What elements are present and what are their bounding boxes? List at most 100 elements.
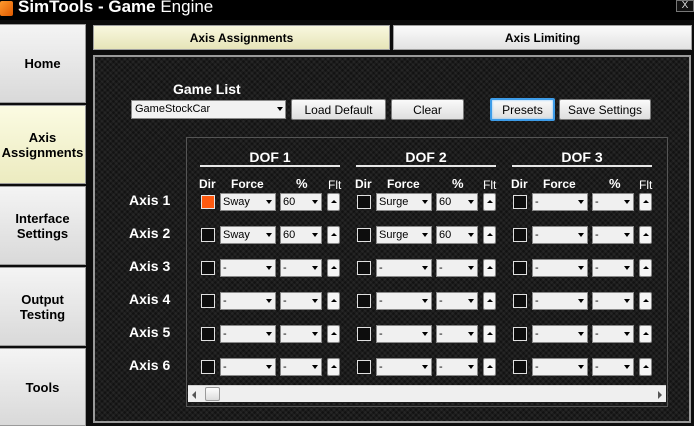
force-dropdown[interactable]: - xyxy=(220,325,276,343)
force-dropdown[interactable]: - xyxy=(376,358,432,376)
scroll-right-arrow-icon[interactable] xyxy=(658,391,662,399)
simtools-app-icon xyxy=(0,1,13,16)
chevron-down-icon xyxy=(422,332,428,336)
filter-button[interactable] xyxy=(483,193,496,211)
force-dropdown[interactable]: - xyxy=(220,292,276,310)
percent-dropdown[interactable]: - xyxy=(436,358,478,376)
chevron-down-icon xyxy=(578,332,584,336)
dir-checkbox[interactable] xyxy=(513,294,527,308)
dir-checkbox[interactable] xyxy=(513,195,527,209)
filter-button[interactable] xyxy=(639,193,652,211)
dof2-header: DOF 2 xyxy=(405,149,447,165)
percent-value: - xyxy=(283,361,287,373)
percent-dropdown[interactable]: - xyxy=(280,358,322,376)
percent-dropdown[interactable]: - xyxy=(436,292,478,310)
force-dropdown[interactable]: Surge xyxy=(376,193,432,211)
presets-button[interactable]: Presets xyxy=(490,98,555,121)
percent-dropdown[interactable]: - xyxy=(592,193,634,211)
filter-button[interactable] xyxy=(327,358,340,376)
nav-interface-settings-button[interactable]: Interface Settings xyxy=(0,186,86,265)
filter-button[interactable] xyxy=(327,292,340,310)
force-dropdown[interactable]: - xyxy=(532,193,588,211)
percent-dropdown[interactable]: - xyxy=(592,358,634,376)
force-dropdown[interactable]: - xyxy=(220,259,276,277)
filter-button[interactable] xyxy=(639,259,652,277)
chevron-down-icon xyxy=(266,332,272,336)
dir-checkbox[interactable] xyxy=(201,261,215,275)
force-dropdown[interactable]: Sway xyxy=(220,226,276,244)
nav-axis-assignments-button[interactable]: Axis Assignments xyxy=(0,105,86,184)
percent-dropdown[interactable]: - xyxy=(592,325,634,343)
filter-button[interactable] xyxy=(483,226,496,244)
force-dropdown[interactable]: - xyxy=(532,226,588,244)
filter-button[interactable] xyxy=(327,193,340,211)
chevron-down-icon xyxy=(578,365,584,369)
force-dropdown[interactable]: - xyxy=(532,325,588,343)
percent-dropdown[interactable]: 60 xyxy=(436,226,478,244)
force-dropdown[interactable]: - xyxy=(376,259,432,277)
clear-button[interactable]: Clear xyxy=(391,99,464,120)
filter-button[interactable] xyxy=(483,292,496,310)
scroll-left-arrow-icon[interactable] xyxy=(192,391,196,399)
dir-checkbox[interactable] xyxy=(513,228,527,242)
filter-button[interactable] xyxy=(483,325,496,343)
filter-button[interactable] xyxy=(639,226,652,244)
percent-dropdown[interactable]: 60 xyxy=(436,193,478,211)
dir-checkbox[interactable] xyxy=(201,195,215,209)
dir-checkbox[interactable] xyxy=(201,294,215,308)
filter-button[interactable] xyxy=(327,226,340,244)
percent-dropdown[interactable]: 60 xyxy=(280,226,322,244)
percent-dropdown[interactable]: - xyxy=(280,259,322,277)
dir-checkbox[interactable] xyxy=(201,360,215,374)
force-dropdown[interactable]: - xyxy=(376,292,432,310)
horizontal-scrollbar[interactable] xyxy=(188,385,666,402)
percent-value: 60 xyxy=(439,229,452,241)
percent-dropdown[interactable]: 60 xyxy=(280,193,322,211)
percent-dropdown[interactable]: - xyxy=(592,292,634,310)
force-dropdown[interactable]: - xyxy=(532,292,588,310)
percent-dropdown[interactable]: - xyxy=(436,325,478,343)
dir-checkbox[interactable] xyxy=(357,261,371,275)
filter-button[interactable] xyxy=(483,259,496,277)
filter-button[interactable] xyxy=(327,325,340,343)
force-dropdown[interactable]: - xyxy=(532,358,588,376)
tab-axis-assignments[interactable]: Axis Assignments xyxy=(93,25,390,50)
percent-dropdown[interactable]: - xyxy=(280,292,322,310)
dir-checkbox[interactable] xyxy=(357,294,371,308)
force-dropdown[interactable]: - xyxy=(220,358,276,376)
dir-checkbox[interactable] xyxy=(357,195,371,209)
dir-checkbox[interactable] xyxy=(513,360,527,374)
percent-dropdown[interactable]: - xyxy=(436,259,478,277)
nav-interface-settings-label-line2: Settings xyxy=(16,225,69,241)
filter-button[interactable] xyxy=(639,292,652,310)
dir-checkbox[interactable] xyxy=(201,228,215,242)
force-dropdown[interactable]: - xyxy=(532,259,588,277)
filter-button[interactable] xyxy=(639,325,652,343)
dir-checkbox[interactable] xyxy=(357,327,371,341)
dir-checkbox[interactable] xyxy=(357,228,371,242)
dir-checkbox[interactable] xyxy=(513,327,527,341)
game-list-dropdown[interactable]: GameStockCar xyxy=(131,100,286,119)
force-dropdown[interactable]: Sway xyxy=(220,193,276,211)
force-dropdown[interactable]: Surge xyxy=(376,226,432,244)
dof1-underline xyxy=(200,165,340,167)
scroll-thumb[interactable] xyxy=(205,387,220,401)
dof2-flt-header: Flt xyxy=(483,178,497,192)
percent-dropdown[interactable]: - xyxy=(592,259,634,277)
filter-button[interactable] xyxy=(327,259,340,277)
load-default-button[interactable]: Load Default xyxy=(291,99,386,120)
force-dropdown[interactable]: - xyxy=(376,325,432,343)
nav-home-button[interactable]: Home xyxy=(0,24,86,103)
dir-checkbox[interactable] xyxy=(357,360,371,374)
dir-checkbox[interactable] xyxy=(513,261,527,275)
tab-axis-limiting[interactable]: Axis Limiting xyxy=(393,25,692,50)
save-settings-button[interactable]: Save Settings xyxy=(559,99,651,120)
dir-checkbox[interactable] xyxy=(201,327,215,341)
filter-button[interactable] xyxy=(639,358,652,376)
nav-tools-button[interactable]: Tools xyxy=(0,348,86,426)
percent-dropdown[interactable]: - xyxy=(280,325,322,343)
percent-dropdown[interactable]: - xyxy=(592,226,634,244)
nav-output-testing-button[interactable]: Output Testing xyxy=(0,267,86,346)
close-button[interactable]: X xyxy=(676,0,694,12)
filter-button[interactable] xyxy=(483,358,496,376)
